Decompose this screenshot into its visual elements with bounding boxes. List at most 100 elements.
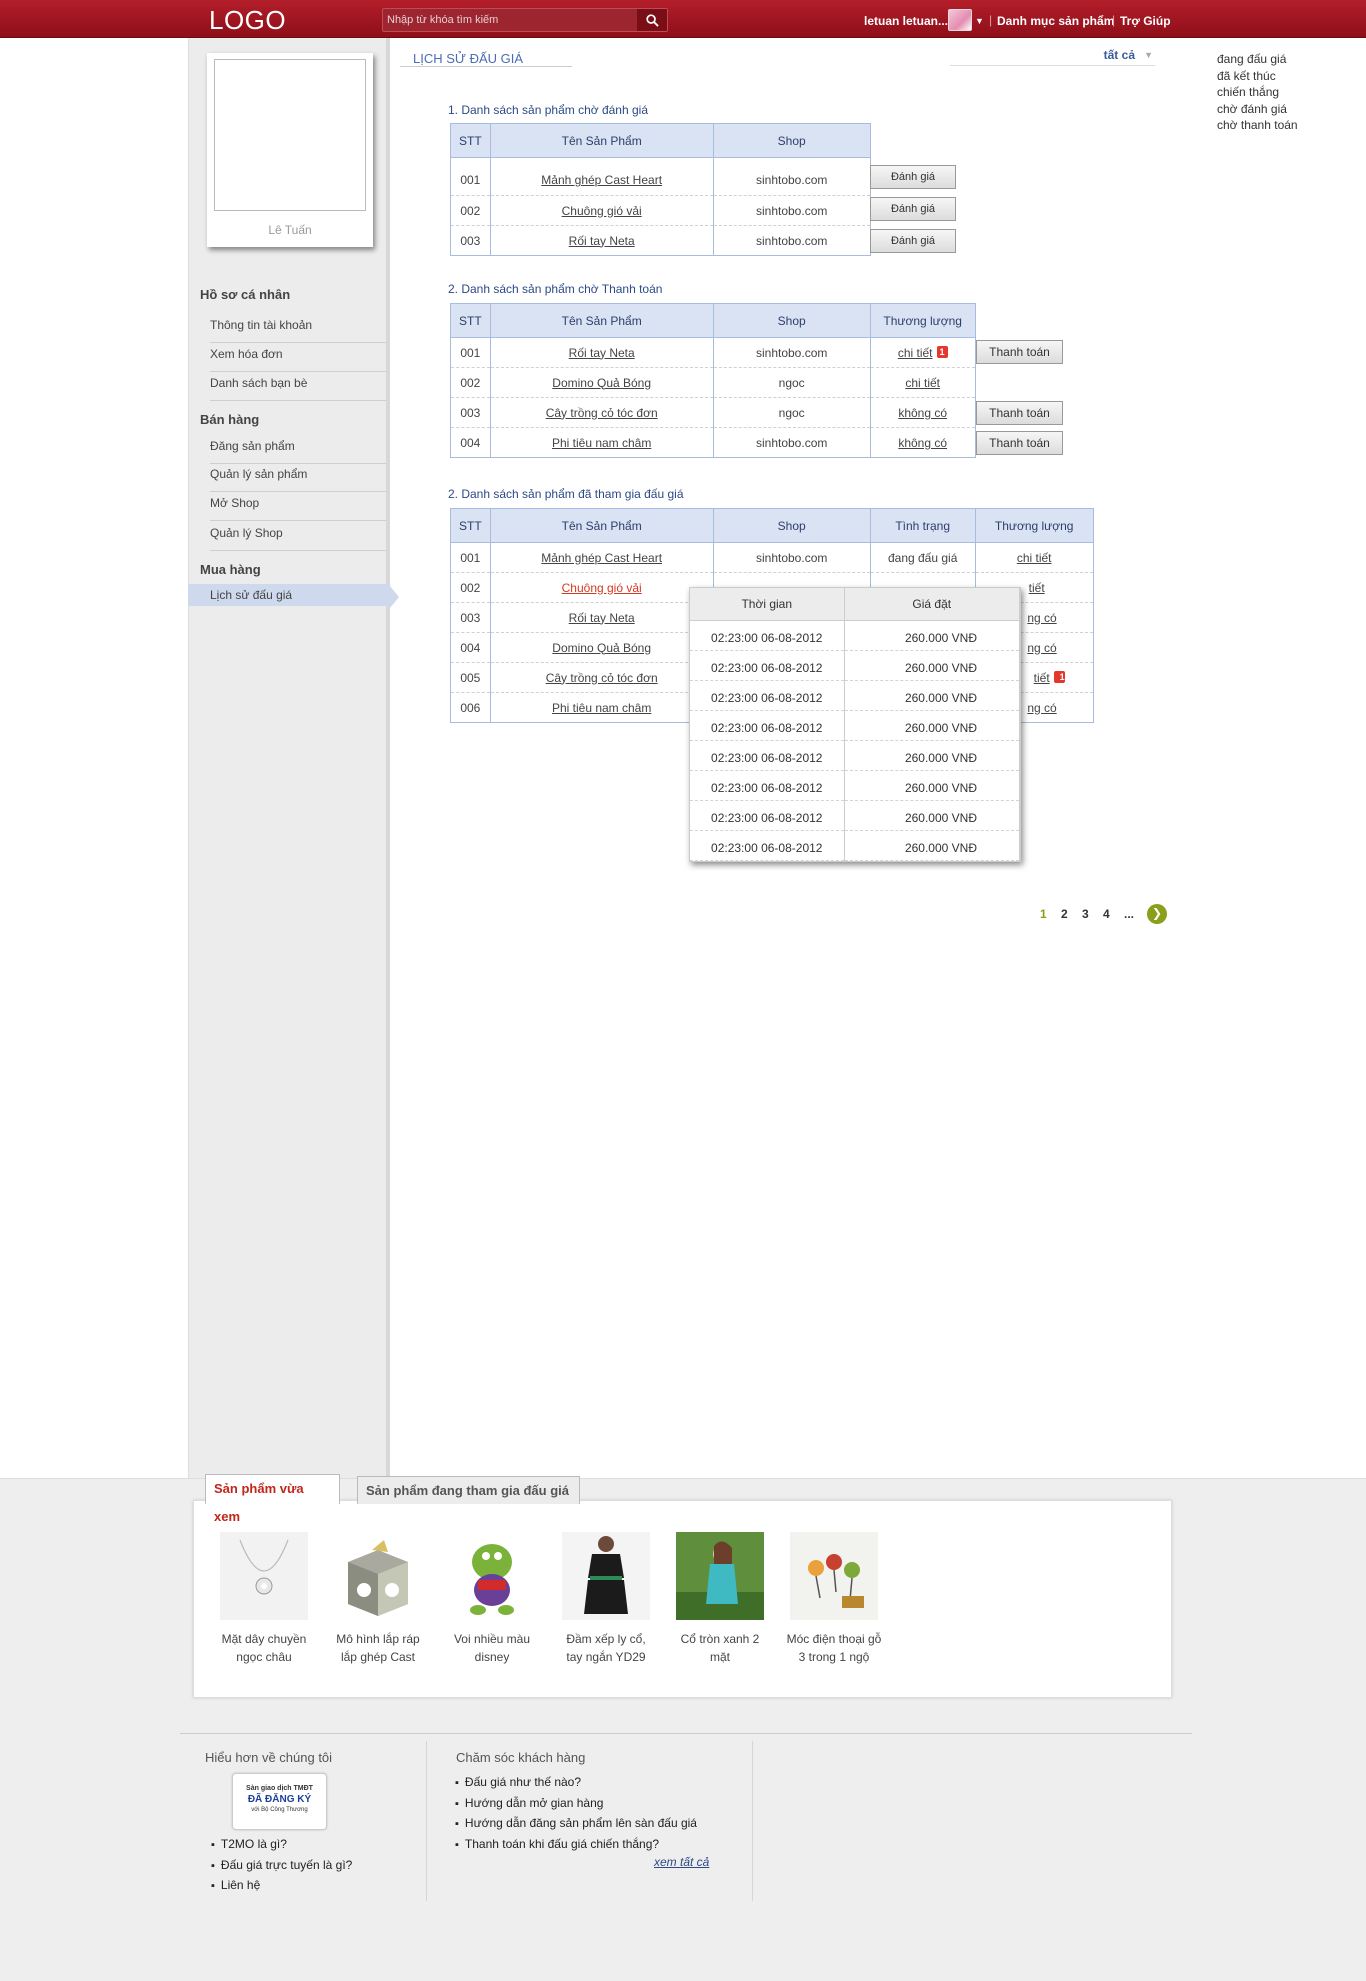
product-name: mặt <box>709 1650 730 1664</box>
bid-history-popup: Thời gian Giá đặt 02:23:00 06-08-2012 260… <box>689 587 1021 862</box>
caret-down-icon[interactable]: ▼ <box>975 16 984 26</box>
registered-badge[interactable]: Sàn giao dịch TMĐT ĐÃ ĐĂNG KÝ với Bộ Côn… <box>232 1773 327 1830</box>
product-link[interactable]: Rối tay Neta <box>569 234 635 248</box>
sidebar-item-open-shop[interactable]: Mở Shop <box>210 493 386 521</box>
category-link[interactable]: Danh mục sản phẩm <box>997 14 1114 28</box>
tab-participating-auctions[interactable]: Sản phẩm đang tham gia đấu giá <box>357 1476 580 1504</box>
product-card[interactable]: Cổ tròn xanh 2 mặt <box>665 1532 775 1666</box>
negotiation-link[interactable]: ng có <box>1027 611 1056 625</box>
review-button[interactable]: Đánh giá <box>870 197 956 221</box>
help-link[interactable]: Trợ Giúp <box>1120 14 1171 28</box>
row-number: 001 <box>450 542 491 573</box>
product-image <box>790 1532 878 1620</box>
product-card[interactable]: Móc điện thoại gỗ 3 trong 1 ngộ <box>779 1532 889 1666</box>
site-logo[interactable]: LOGO <box>209 5 286 36</box>
footer-link[interactable]: Liên hệ <box>211 1876 352 1897</box>
bid-price: 260.000 VNĐ <box>844 800 1020 831</box>
product-link[interactable]: Chuông gió vải <box>562 204 642 218</box>
footer-links: T2MO là gì? Đấu giá trực tuyến là gì? Li… <box>211 1835 352 1897</box>
next-page-button[interactable]: ❯ <box>1147 904 1167 924</box>
page-link[interactable]: 3 <box>1082 907 1089 921</box>
table-row: 001 Rối tay Neta sinhtobo.com chi tiết 1 <box>450 337 976 368</box>
footer-link[interactable]: T2MO là gì? <box>211 1835 352 1856</box>
profile-card: Lê Tuấn <box>207 53 373 247</box>
sidebar-item-friends[interactable]: Danh sách bạn bè <box>210 373 386 401</box>
search-button[interactable] <box>637 9 667 31</box>
filter-option[interactable]: chờ thanh toán <box>1217 117 1298 134</box>
footer-link[interactable]: Hướng dẫn mở gian hàng <box>455 1794 697 1815</box>
product-link[interactable]: Domino Quả Bóng <box>552 376 651 390</box>
filter-option[interactable]: chờ đánh giá <box>1217 101 1298 118</box>
sidebar-item-manage-shop[interactable]: Quản lý Shop <box>210 523 386 551</box>
shop-name: sinhtobo.com <box>712 427 871 458</box>
row-number: 003 <box>450 602 491 633</box>
bid-price: 260.000 VNĐ <box>844 650 1020 681</box>
bid-time: 02:23:00 06-08-2012 <box>690 740 845 771</box>
page-link[interactable]: 2 <box>1061 907 1068 921</box>
footer-link[interactable]: Đấu giá như thế nào? <box>455 1773 697 1794</box>
page-link-current[interactable]: 1 <box>1040 907 1047 921</box>
sidebar-item-invoices[interactable]: Xem hóa đơn <box>210 344 386 372</box>
product-name: tay ngắn YD29 <box>566 1650 646 1664</box>
product-card[interactable]: Mô hình lắp ráp lắp ghép Cast <box>323 1532 433 1666</box>
footer-link[interactable]: Hướng dẫn đăng sản phẩm lên sàn đấu giá <box>455 1814 697 1835</box>
see-all-link[interactable]: xem tất cả <box>654 1855 709 1869</box>
product-link[interactable]: Phi tiêu nam châm <box>552 701 651 715</box>
product-name: 3 trong 1 ngộ <box>798 1650 870 1664</box>
column-header: STT <box>450 508 491 543</box>
product-link[interactable]: Rối tay Neta <box>569 611 635 625</box>
sidebar-item-post-product[interactable]: Đăng sản phẩm <box>210 436 386 464</box>
table-row: 002 Domino Quả Bóng ngoc chi tiết <box>450 367 976 398</box>
filter-option[interactable]: đã kết thúc <box>1217 68 1298 85</box>
search-input[interactable] <box>387 11 633 29</box>
negotiation-link[interactable]: ng có <box>1027 701 1056 715</box>
product-link[interactable]: Mảnh ghép Cast Heart <box>541 173 662 187</box>
product-link[interactable]: Mảnh ghép Cast Heart <box>541 551 662 565</box>
negotiation-link[interactable]: ng có <box>1027 641 1056 655</box>
user-avatar[interactable] <box>948 9 972 31</box>
negotiation-link[interactable]: chi tiết <box>898 346 933 360</box>
column-header: Thương lượng <box>869 303 976 338</box>
filter-option[interactable]: đang đấu giá <box>1217 51 1298 68</box>
product-name: Móc điện thoại gỗ <box>786 1632 882 1646</box>
product-card[interactable]: Voi nhiều màu disney <box>437 1532 547 1666</box>
sidebar-item-auction-history[interactable]: Lịch sử đấu giá <box>188 584 390 606</box>
user-name[interactable]: letuan letuan... <box>864 14 948 28</box>
product-link[interactable]: Cây trồng cỏ tóc đơn <box>546 406 658 420</box>
product-card[interactable]: Mặt dây chuyền ngọc châu <box>209 1532 319 1666</box>
page-link[interactable]: 4 <box>1103 907 1110 921</box>
sidebar-item-account-info[interactable]: Thông tin tài khoản <box>210 315 386 343</box>
footer-link[interactable]: Thanh toán khi đấu giá chiến thắng? <box>455 1835 697 1856</box>
review-button[interactable]: Đánh giá <box>870 229 956 253</box>
page-ellipsis: ... <box>1124 907 1135 921</box>
negotiation-link[interactable]: chi tiết <box>1017 551 1052 565</box>
negotiation-link[interactable]: tiết <box>1029 581 1045 595</box>
footer-link[interactable]: Đấu giá trực tuyến là gì? <box>211 1856 352 1877</box>
review-button[interactable]: Đánh giá <box>870 165 956 189</box>
tab-recently-viewed[interactable]: Sản phẩm vừa xem <box>205 1474 340 1524</box>
product-name: lắp ghép Cast <box>340 1650 416 1664</box>
table-row: 02:23:00 06-08-2012 260.000 VNĐ <box>690 770 1020 801</box>
pay-button[interactable]: Thanh toán <box>976 340 1063 364</box>
negotiation-link[interactable]: không có <box>898 436 947 450</box>
product-link[interactable]: Rối tay Neta <box>569 346 635 360</box>
product-link[interactable]: Phi tiêu nam châm <box>552 436 651 450</box>
product-link[interactable]: Cây trồng cỏ tóc đơn <box>546 671 658 685</box>
status-filter-select[interactable]: tất cả ▼ <box>950 48 1155 66</box>
product-link[interactable]: Chuông gió vải <box>562 581 642 595</box>
filter-value: tất cả <box>1103 48 1135 62</box>
negotiation-link[interactable]: chi tiết <box>905 376 940 390</box>
negotiation-link[interactable]: tiết <box>1034 671 1050 685</box>
filter-option[interactable]: chiến thắng <box>1217 84 1298 101</box>
negotiation-link[interactable]: không có <box>898 406 947 420</box>
product-name: Mặt dây chuyền <box>221 1632 307 1646</box>
pay-button[interactable]: Thanh toán <box>976 431 1063 455</box>
product-card[interactable]: Đầm xếp ly cổ, tay ngắn YD29 <box>551 1532 661 1666</box>
table-row: 02:23:00 06-08-2012 260.000 VNĐ <box>690 650 1020 681</box>
sidebar-item-manage-products[interactable]: Quản lý sản phẩm <box>210 464 386 492</box>
profile-photo[interactable] <box>214 59 366 211</box>
pay-button[interactable]: Thanh toán <box>976 401 1063 425</box>
product-link[interactable]: Domino Quả Bóng <box>552 641 651 655</box>
sidebar-group-title: Hồ sơ cá nhân <box>200 287 291 302</box>
product-image <box>220 1532 308 1620</box>
